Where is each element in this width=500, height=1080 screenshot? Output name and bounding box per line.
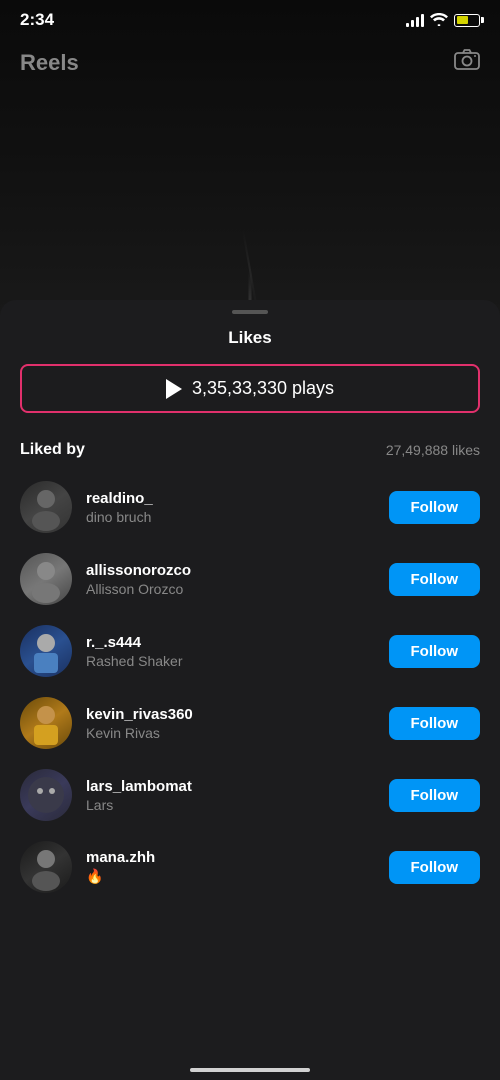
list-item: mana.zhh 🔥 Follow [0,831,500,903]
signal-icon [406,13,424,27]
user-info: r._.s444 Rashed Shaker [86,634,375,669]
display-name: Allisson Orozco [86,581,375,597]
page-header: Reels [0,40,500,85]
likes-count: 27,49,888 likes [386,442,480,458]
avatar[interactable] [20,481,72,533]
user-info: lars_lambomat Lars [86,778,375,813]
list-item: realdino_ dino bruch Follow [0,471,500,543]
liked-by-label: Liked by [20,441,85,459]
username: kevin_rivas360 [86,706,375,723]
follow-button[interactable]: Follow [389,779,481,812]
wifi-icon [430,12,448,29]
username: lars_lambomat [86,778,375,795]
status-icons [406,12,480,29]
liked-by-header: Liked by 27,49,888 likes [0,433,500,471]
display-name: 🔥 [86,868,375,885]
plays-button[interactable]: 3,35,33,330 plays [20,364,480,413]
username: realdino_ [86,490,375,507]
display-name: dino bruch [86,509,375,525]
username: mana.zhh [86,849,375,866]
avatar[interactable] [20,625,72,677]
status-time: 2:34 [20,10,54,30]
camera-icon[interactable] [454,48,480,77]
list-item: lars_lambomat Lars Follow [0,759,500,831]
avatar[interactable] [20,697,72,749]
list-item: kevin_rivas360 Kevin Rivas Follow [0,687,500,759]
user-info: realdino_ dino bruch [86,490,375,525]
follow-button[interactable]: Follow [389,707,481,740]
follow-button[interactable]: Follow [389,851,481,884]
follow-button[interactable]: Follow [389,491,481,524]
username: r._.s444 [86,634,375,651]
sheet-title: Likes [0,314,500,364]
user-info: kevin_rivas360 Kevin Rivas [86,706,375,741]
status-bar: 2:34 [0,0,500,36]
list-item: allissonorozco Allisson Orozco Follow [0,543,500,615]
user-info: mana.zhh 🔥 [86,849,375,885]
likes-sheet: Likes 3,35,33,330 plays Liked by 27,49,8… [0,300,500,1080]
battery-icon [454,14,480,27]
home-indicator [190,1068,310,1072]
avatar[interactable] [20,553,72,605]
list-item: r._.s444 Rashed Shaker Follow [0,615,500,687]
user-list: realdino_ dino bruch Follow allissonoroz… [0,471,500,1080]
avatar[interactable] [20,769,72,821]
display-name: Kevin Rivas [86,725,375,741]
user-info: allissonorozco Allisson Orozco [86,562,375,597]
display-name: Rashed Shaker [86,653,375,669]
follow-button[interactable]: Follow [389,563,481,596]
play-icon [166,379,182,399]
display-name: Lars [86,797,375,813]
username: allissonorozco [86,562,375,579]
follow-button[interactable]: Follow [389,635,481,668]
avatar[interactable] [20,841,72,893]
plays-count: 3,35,33,330 plays [192,378,334,399]
plays-container: 3,35,33,330 plays [20,364,480,413]
page-title: Reels [20,50,79,76]
